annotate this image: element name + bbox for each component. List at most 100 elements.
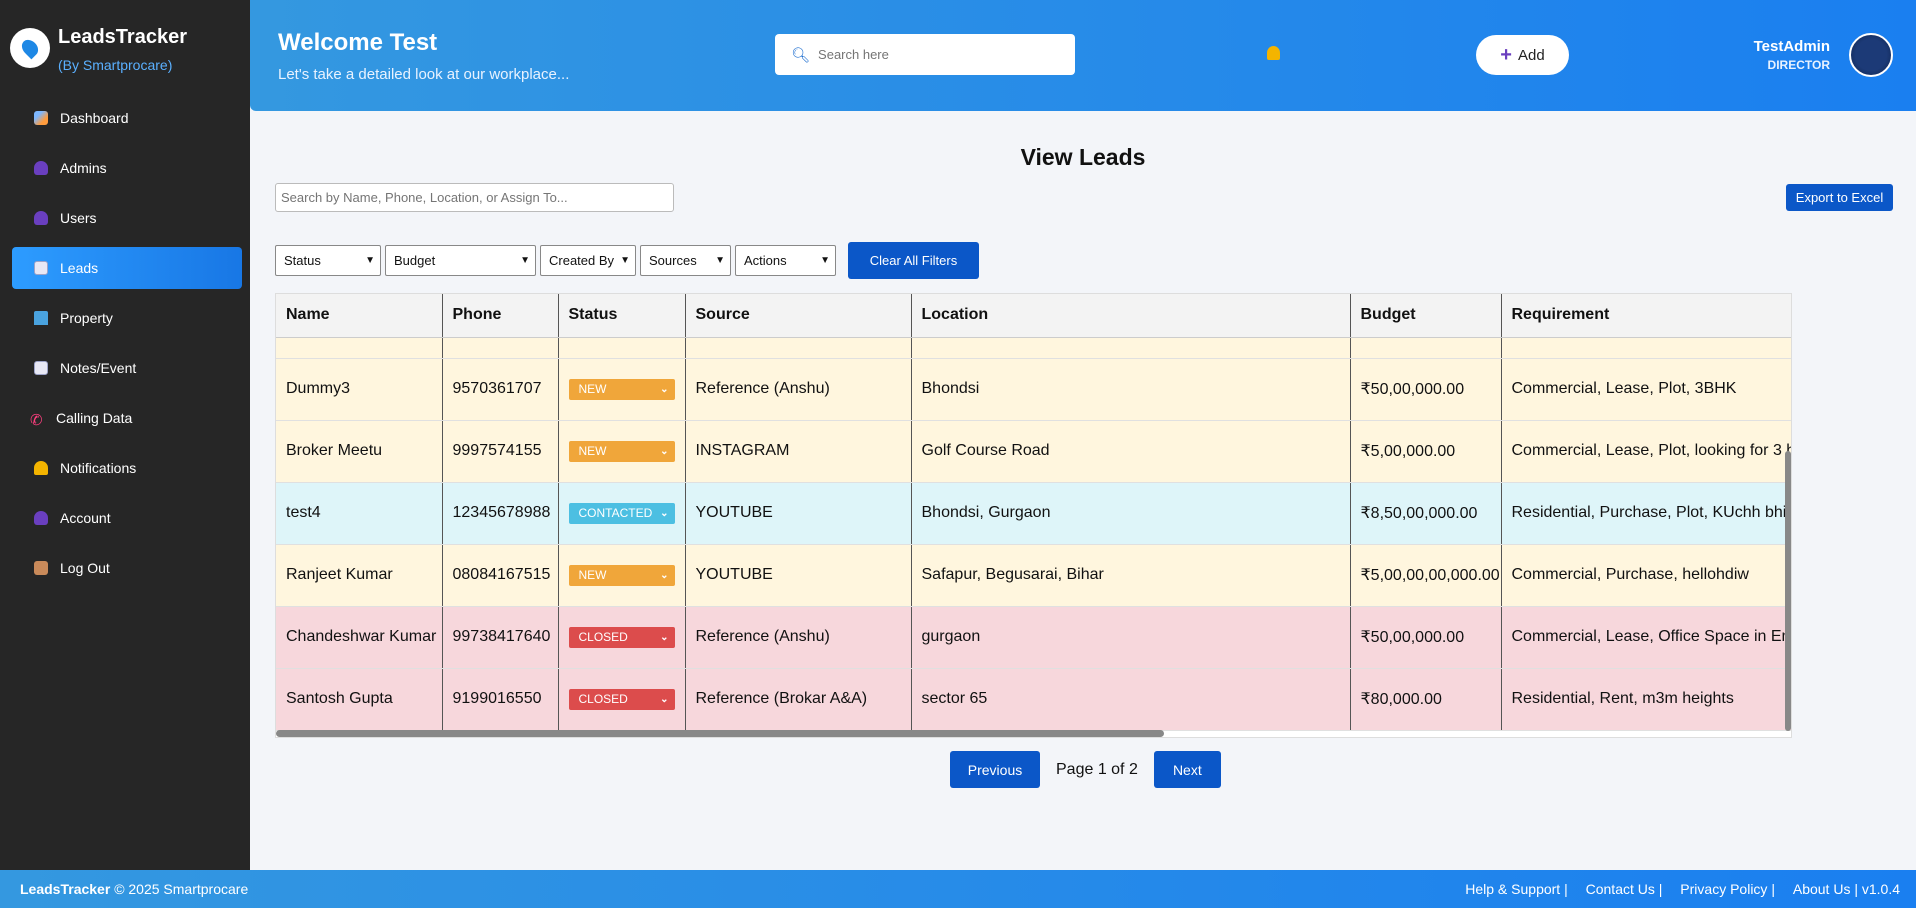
- sidebar-item-account[interactable]: Account: [12, 497, 242, 539]
- cell-source: INSTAGRAM: [685, 420, 912, 483]
- status-label: NEW: [578, 382, 607, 396]
- avatar[interactable]: [1849, 33, 1893, 77]
- user-icon: [34, 211, 48, 225]
- sidebar-item-label: Notifications: [60, 460, 137, 476]
- table-row[interactable]: Santosh Gupta 9199016550 CLOSED ⌄ Referen…: [276, 668, 1791, 731]
- status-select[interactable]: CLOSED ⌄: [568, 626, 675, 648]
- horizontal-scrollbar[interactable]: [276, 730, 1164, 737]
- cell-phone: 9570361707: [442, 358, 559, 421]
- status-select[interactable]: CONTACTED ⌄: [568, 502, 675, 524]
- privacy-policy-link[interactable]: Privacy Policy |: [1680, 881, 1775, 897]
- user-icon: [34, 161, 48, 175]
- sidebar-item-label: Log Out: [60, 560, 110, 576]
- sidebar-item-notes-event[interactable]: Notes/Event: [12, 347, 242, 389]
- status-select[interactable]: CLOSED ⌄: [568, 688, 675, 710]
- plus-icon: +: [1500, 43, 1512, 66]
- cell-status: NEW ⌄: [558, 358, 686, 421]
- budget-filter[interactable]: Budget ▼: [385, 245, 536, 276]
- table-row[interactable]: test4 12345678988 CONTACTED ⌄ YOUTUBE Bho…: [276, 482, 1791, 545]
- vertical-scrollbar[interactable]: [1785, 451, 1791, 731]
- cell-phone: 9199016550: [442, 668, 559, 731]
- table-row[interactable]: Dummy3 9570361707 NEW ⌄ Reference (Anshu)…: [276, 358, 1791, 421]
- export-excel-button[interactable]: Export to Excel: [1786, 184, 1893, 211]
- cell-source: YOUTUBE: [685, 482, 912, 545]
- about-us-link[interactable]: About Us | v1.0.4: [1793, 881, 1900, 897]
- page-indicator: Page 1 of 2: [1056, 760, 1138, 778]
- column-header-requirement[interactable]: Requirement: [1501, 294, 1791, 338]
- header: Welcome Test Let's take a detailed look …: [250, 0, 1916, 111]
- next-button[interactable]: Next: [1153, 751, 1221, 788]
- created-by-filter-label: Created By: [549, 253, 615, 268]
- column-header-phone[interactable]: Phone: [442, 294, 559, 338]
- sidebar-item-label: Users: [60, 210, 97, 226]
- table-cell: [1501, 337, 1791, 359]
- chevron-down-icon: ⌄: [660, 569, 669, 581]
- brand-logo: [10, 28, 50, 68]
- table-row[interactable]: Chandeshwar Kumar 99738417640 CLOSED ⌄ Re…: [276, 606, 1791, 669]
- cell-phone: 12345678988: [442, 482, 559, 545]
- bell-icon[interactable]: [1267, 46, 1280, 60]
- previous-button[interactable]: Previous: [950, 751, 1040, 788]
- contact-us-link[interactable]: Contact Us |: [1586, 881, 1663, 897]
- sidebar-item-admins[interactable]: Admins: [12, 147, 242, 189]
- clear-filters-button[interactable]: Clear All Filters: [848, 242, 979, 279]
- table-row[interactable]: Broker Meetu 9997574155 NEW ⌄ INSTAGRAM G…: [276, 420, 1791, 483]
- sidebar-item-users[interactable]: Users: [12, 197, 242, 239]
- column-header-budget[interactable]: Budget: [1350, 294, 1502, 338]
- dashboard-icon: [34, 111, 48, 125]
- chevron-down-icon: ⌄: [660, 445, 669, 457]
- table-cell: [442, 337, 559, 359]
- search-input[interactable]: [818, 47, 1059, 62]
- cell-budget: ₹8,50,00,000.00: [1350, 482, 1502, 545]
- column-header-status[interactable]: Status: [558, 294, 686, 338]
- status-filter[interactable]: Status ▼: [275, 245, 381, 276]
- chevron-down-icon: ⌄: [660, 507, 669, 519]
- sidebar-item-label: Property: [60, 310, 113, 326]
- brand-subtitle: (By Smartprocare): [58, 57, 173, 73]
- user-role: DIRECTOR: [1767, 58, 1830, 72]
- status-select[interactable]: NEW ⌄: [568, 440, 675, 462]
- actions-filter[interactable]: Actions ▼: [735, 245, 836, 276]
- status-select[interactable]: NEW ⌄: [568, 564, 675, 586]
- help-support-link[interactable]: Help & Support |: [1465, 881, 1567, 897]
- brand: LeadsTracker (By Smartprocare): [0, 0, 250, 100]
- cell-location: Bhondsi: [911, 358, 1351, 421]
- cell-budget: ₹5,00,00,00,000.00: [1350, 544, 1502, 607]
- status-label: CLOSED: [578, 630, 628, 644]
- cell-location: gurgaon: [911, 606, 1351, 669]
- door-icon: [34, 561, 48, 575]
- add-button-label: Add: [1517, 46, 1545, 64]
- sidebar-item-notifications[interactable]: Notifications: [12, 447, 242, 489]
- sources-filter-label: Sources: [649, 253, 697, 268]
- table-cell: [1350, 337, 1502, 359]
- sidebar-item-label: Calling Data: [56, 410, 133, 426]
- footer: LeadsTracker © 2025 Smartprocare Help & …: [0, 870, 1916, 908]
- leads-table: Name Phone Status Source Location Budget…: [275, 293, 1792, 738]
- pagination: Previous Page 1 of 2 Next: [950, 751, 1221, 788]
- sidebar-item-leads[interactable]: Leads: [12, 247, 242, 289]
- sidebar-item-calling-data[interactable]: ✆ Calling Data: [12, 397, 242, 439]
- cell-source: Reference (Anshu): [685, 358, 912, 421]
- lead-search-input[interactable]: [275, 183, 674, 212]
- location-pin-icon: [18, 36, 42, 60]
- column-header-name[interactable]: Name: [276, 294, 443, 338]
- sidebar-item-label: Admins: [60, 160, 107, 176]
- column-header-location[interactable]: Location: [911, 294, 1351, 338]
- cell-status: CLOSED ⌄: [558, 668, 686, 731]
- house-icon: [34, 311, 48, 325]
- welcome-title: Welcome Test: [278, 29, 438, 56]
- table-row[interactable]: Ranjeet Kumar 08084167515 NEW ⌄ YOUTUBE S…: [276, 544, 1791, 607]
- footer-copyright-text: © 2025 Smartprocare: [114, 881, 249, 897]
- sidebar-item-dashboard[interactable]: Dashboard: [12, 97, 242, 139]
- budget-filter-label: Budget: [394, 253, 436, 268]
- created-by-filter[interactable]: Created By ▼: [540, 245, 636, 276]
- add-button[interactable]: + Add: [1476, 35, 1569, 75]
- sources-filter[interactable]: Sources ▼: [640, 245, 731, 276]
- cell-phone: 08084167515: [442, 544, 559, 607]
- footer-links: Help & Support | Contact Us | Privacy Po…: [1451, 881, 1900, 897]
- sidebar-item-log-out[interactable]: Log Out: [12, 547, 242, 589]
- status-select[interactable]: NEW ⌄: [568, 378, 675, 400]
- search-icon: 🔍︎: [791, 46, 811, 64]
- sidebar-item-property[interactable]: Property: [12, 297, 242, 339]
- column-header-source[interactable]: Source: [685, 294, 912, 338]
